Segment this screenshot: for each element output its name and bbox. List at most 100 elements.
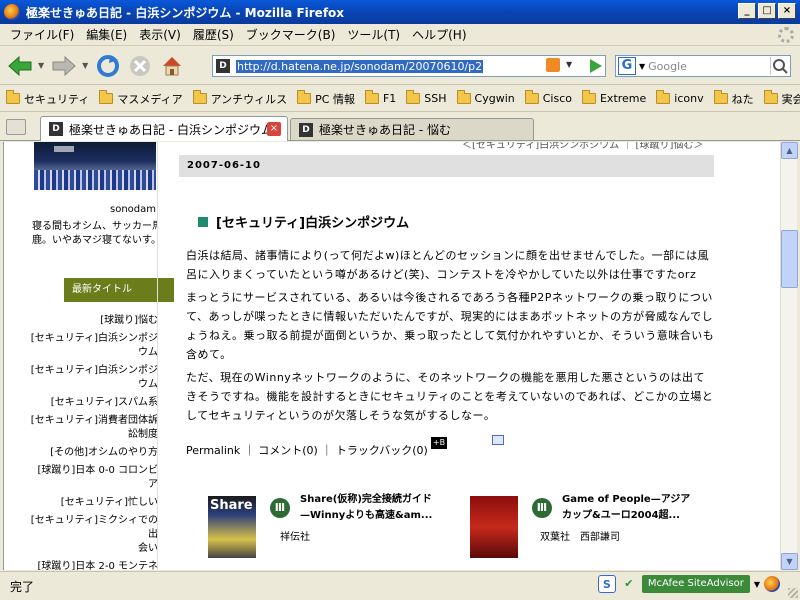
bookmark-folder[interactable]: Cygwin bbox=[456, 90, 515, 105]
profile-photo bbox=[34, 142, 156, 190]
post-paragraph: ただ、現在のWinnyネットワークのように、そのネットワークの機能を悪用した悪さ… bbox=[186, 371, 714, 422]
bookmark-folder[interactable]: Cisco bbox=[524, 90, 572, 105]
bookmark-folder[interactable]: F1 bbox=[364, 90, 396, 105]
menu-view[interactable]: 表示(V) bbox=[133, 26, 187, 43]
recent-title-link[interactable]: [セキュリティ]忙しい bbox=[28, 496, 158, 510]
book-title[interactable]: Game of People—アジア カップ&ユーロ2004超... bbox=[562, 492, 742, 524]
permalink-links[interactable]: Permalink ｜ コメント(0) ｜ トラックバック(0) bbox=[186, 442, 428, 458]
minimize-button[interactable]: _ bbox=[738, 3, 756, 19]
post-title[interactable]: [セキュリティ]白浜シンポジウム bbox=[198, 212, 409, 231]
recent-title-link[interactable]: [その他]オシムのやり方 bbox=[28, 446, 158, 460]
bookmark-folder[interactable]: 実会 bbox=[763, 90, 800, 107]
maximize-button[interactable]: □ bbox=[758, 3, 776, 19]
bookmark-folder[interactable]: PC 情報 bbox=[297, 90, 355, 107]
folder-icon bbox=[6, 90, 20, 104]
site-favicon-icon: D bbox=[216, 59, 230, 73]
amazon-book-icon[interactable]: Ⅲ bbox=[270, 498, 290, 518]
folder-icon bbox=[297, 90, 312, 104]
stop-button[interactable] bbox=[126, 52, 154, 80]
folder-icon bbox=[656, 90, 671, 104]
bookmark-folder[interactable]: アンチウィルス bbox=[192, 90, 287, 107]
forward-dropdown-icon[interactable]: ▼ bbox=[82, 61, 88, 70]
tab-favicon-icon: D bbox=[49, 122, 63, 136]
bookmark-folder[interactable]: iconv bbox=[656, 90, 704, 105]
entry-date[interactable]: 2007-06-10 bbox=[179, 155, 714, 177]
search-icon[interactable] bbox=[770, 57, 788, 75]
scroll-thumb[interactable] bbox=[781, 230, 798, 288]
book-title[interactable]: Share(仮称)完全接続ガイド —Winnyよりも高速&am... bbox=[300, 492, 480, 524]
hatena-bookmark-icon[interactable]: +B bbox=[431, 437, 447, 449]
menu-bar: ファイル(F) 編集(E) 表示(V) 履歴(S) ブックマーク(B) ツール(… bbox=[0, 24, 800, 46]
tab-hakuhama[interactable]: D 極楽せきゅあ日記 - 白浜シンポジウム × bbox=[40, 116, 288, 141]
go-arrow-icon[interactable] bbox=[586, 57, 604, 75]
scroll-up-icon[interactable]: ▲ bbox=[781, 142, 798, 159]
firefox-update-icon[interactable] bbox=[764, 576, 780, 592]
back-button[interactable] bbox=[6, 52, 34, 80]
title-bar: 極楽せきゅあ日記 - 白浜シンポジウム - Mozilla Firefox _ … bbox=[0, 0, 800, 24]
window-title: 極楽せきゅあ日記 - 白浜シンポジウム - Mozilla Firefox bbox=[26, 5, 345, 20]
tab-label: 極楽せきゅあ日記 - 悩む bbox=[319, 123, 451, 137]
menu-bookmarks[interactable]: ブックマーク(B) bbox=[240, 26, 342, 43]
resize-grip[interactable] bbox=[788, 588, 798, 598]
tab-close-icon[interactable]: × bbox=[267, 122, 281, 136]
amazon-book-icon[interactable]: Ⅲ bbox=[532, 498, 552, 518]
book-cover[interactable] bbox=[470, 496, 518, 558]
status-icons: S ✔ McAfee SiteAdvisor ▼ bbox=[597, 575, 780, 593]
book-publisher: 祥伝社 bbox=[280, 532, 310, 543]
menu-tools[interactable]: ツール(T) bbox=[341, 26, 406, 43]
recent-titles-list: [球蹴り]悩む [セキュリティ]白浜シンポジ ウム [セキュリティ]白浜シンポジウ… bbox=[28, 314, 158, 570]
menu-file[interactable]: ファイル(F) bbox=[4, 26, 80, 43]
new-tab-button[interactable] bbox=[6, 119, 26, 135]
url-dropdown-icon[interactable]: ▼ bbox=[566, 60, 572, 69]
recent-title-link[interactable]: [セキュリティ]スパム系 bbox=[28, 396, 158, 410]
back-dropdown-icon[interactable]: ▼ bbox=[38, 61, 44, 70]
vertical-scrollbar[interactable]: ▲ ▼ bbox=[780, 142, 798, 570]
recent-title-link[interactable]: [球蹴り]日本 2-0 モンテネグロ bbox=[28, 560, 159, 570]
rss-feed-icon[interactable] bbox=[546, 58, 560, 72]
stop-icon bbox=[130, 55, 151, 76]
checkmark-icon[interactable]: ✔ bbox=[620, 575, 638, 593]
bookmark-comment-icon[interactable] bbox=[492, 435, 504, 445]
engine-dropdown-icon[interactable]: ▼ bbox=[639, 62, 645, 71]
throbber-icon bbox=[778, 27, 794, 43]
tab-bar: D 極楽せきゅあ日記 - 白浜シンポジウム × D 極楽せきゅあ日記 - 悩む bbox=[0, 113, 800, 141]
recent-title-link[interactable]: [球蹴り]日本 0-0 コロンビア bbox=[28, 464, 159, 492]
siteadvisor-badge[interactable]: McAfee SiteAdvisor bbox=[641, 575, 750, 593]
recent-title-link[interactable]: [セキュリティ]消費者団体訴 訟制度 bbox=[28, 414, 158, 442]
url-text[interactable]: http://d.hatena.ne.jp/sonodam/20070610/p… bbox=[236, 59, 484, 73]
bookmark-folder[interactable]: ねた bbox=[713, 90, 754, 107]
browser-window: 極楽せきゅあ日記 - 白浜シンポジウム - Mozilla Firefox _ … bbox=[0, 0, 800, 600]
tab-nayamu[interactable]: D 極楽せきゅあ日記 - 悩む bbox=[290, 118, 534, 140]
entry-pager[interactable]: ＜[セキュリティ]白浜シンポジウム ｜ [球蹴り]悩む＞ bbox=[462, 142, 703, 151]
recent-title-link[interactable]: [セキュリティ]ミクシィでの出 会い bbox=[28, 514, 158, 556]
recent-title-link[interactable]: [セキュリティ]白浜シンポジ ウム bbox=[28, 332, 158, 360]
reload-icon bbox=[97, 54, 120, 77]
google-engine-icon[interactable]: G bbox=[618, 57, 636, 75]
recent-title-link[interactable]: [セキュリティ]白浜シンポジ ウム bbox=[28, 364, 158, 392]
siteadvisor-dropdown-icon[interactable]: ▼ bbox=[754, 580, 760, 589]
reload-button[interactable] bbox=[94, 52, 122, 80]
folder-icon bbox=[99, 90, 114, 104]
bookmark-folder[interactable]: マスメディア bbox=[99, 90, 183, 107]
menu-edit[interactable]: 編集(E) bbox=[80, 26, 133, 43]
home-icon bbox=[163, 56, 182, 75]
skype-icon[interactable]: S bbox=[597, 575, 616, 593]
bookmark-folder[interactable]: SSH bbox=[406, 90, 447, 105]
search-box[interactable]: G ▼ Google bbox=[615, 55, 791, 77]
bookmark-folder[interactable]: セキュリティ bbox=[6, 90, 89, 107]
recent-title-link[interactable]: [球蹴り]悩む bbox=[28, 314, 158, 328]
folder-icon bbox=[364, 90, 379, 104]
bookmarks-toolbar: セキュリティ マスメディア アンチウィルス PC 情報 F1 SSH Cygwi… bbox=[0, 86, 800, 112]
search-input[interactable]: Google bbox=[648, 60, 687, 73]
bookmark-folder[interactable]: Extreme bbox=[581, 90, 646, 105]
sidebar-username[interactable]: sonodam bbox=[4, 204, 156, 215]
folder-icon bbox=[524, 90, 539, 104]
folder-icon bbox=[763, 90, 778, 104]
close-button[interactable]: × bbox=[778, 3, 796, 19]
scroll-down-icon[interactable]: ▼ bbox=[781, 553, 798, 570]
menu-help[interactable]: ヘルプ(H) bbox=[406, 26, 472, 43]
book-cover[interactable]: Share bbox=[208, 496, 256, 558]
home-button[interactable] bbox=[158, 52, 186, 80]
forward-button[interactable] bbox=[50, 52, 78, 80]
menu-history[interactable]: 履歴(S) bbox=[187, 26, 240, 43]
